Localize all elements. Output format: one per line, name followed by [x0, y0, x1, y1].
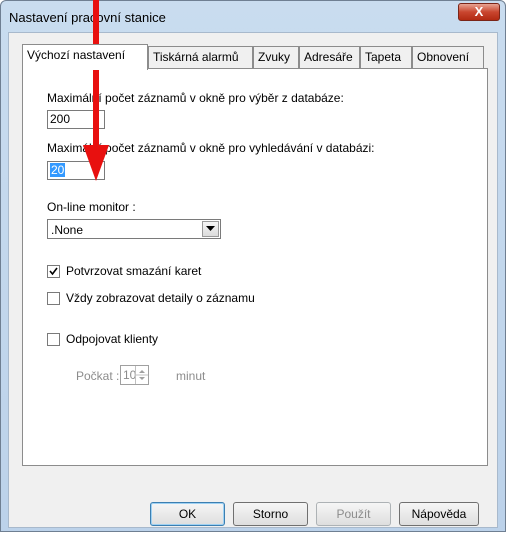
- tab-default-settings[interactable]: Výchozí nastavení: [22, 44, 148, 70]
- spinner-arrows-icon: [135, 366, 148, 384]
- dropdown-button[interactable]: [202, 221, 219, 237]
- tab-label: Výchozí nastavení: [27, 48, 126, 62]
- tab-directories[interactable]: Adresáře: [299, 46, 360, 68]
- apply-button[interactable]: Použít: [316, 502, 391, 526]
- wait-unit: minut: [176, 369, 206, 383]
- tab-sounds[interactable]: Zvuky: [253, 46, 299, 68]
- confirm-delete-label: Potvrzovat smazání karet: [66, 264, 202, 278]
- disconnect-clients-label: Odpojovat klienty: [66, 332, 159, 346]
- close-button[interactable]: X: [458, 3, 500, 21]
- dialog-window: Nastavení pracovní stanice X Výchozí nas…: [0, 0, 506, 532]
- cancel-button[interactable]: Storno: [233, 502, 308, 526]
- tab-label: Obnovení: [417, 50, 470, 64]
- close-icon: X: [474, 4, 484, 19]
- monitor-label: On-line monitor :: [47, 200, 136, 214]
- tab-restore[interactable]: Obnovení: [412, 46, 484, 68]
- max-select-input[interactable]: 200: [47, 110, 105, 129]
- wait-label: Počkat :: [76, 369, 120, 383]
- tab-label: Tiskárná alarmů: [153, 50, 239, 64]
- tab-label: Adresáře: [304, 50, 353, 64]
- selected-text: 20: [50, 163, 66, 177]
- max-search-label: Maximální počet záznamů v okně pro vyhle…: [47, 141, 375, 155]
- ok-button[interactable]: OK: [150, 502, 225, 526]
- show-details-label: Vždy zobrazovat detaily o záznamu: [66, 291, 255, 305]
- show-details-checkbox[interactable]: [47, 292, 60, 305]
- help-button[interactable]: Nápověda: [399, 502, 479, 526]
- dialog-client-area: Výchozí nastavení Tiskárná alarmů Zvuky …: [8, 32, 498, 528]
- tab-wallpaper[interactable]: Tapeta: [360, 46, 412, 68]
- disconnect-clients-checkbox[interactable]: [47, 333, 60, 346]
- tab-alarm-printer[interactable]: Tiskárná alarmů: [148, 46, 253, 68]
- chevron-down-icon: [206, 226, 215, 231]
- max-search-input[interactable]: 20: [47, 161, 105, 180]
- tab-panel-default-settings: Maximální počet záznamů v okně pro výběr…: [22, 68, 488, 466]
- monitor-select[interactable]: .None: [47, 219, 221, 239]
- check-icon: [49, 267, 58, 276]
- max-select-label: Maximální počet záznamů v okně pro výběr…: [47, 91, 344, 105]
- wait-spinner: 10: [120, 365, 149, 385]
- tab-label: Zvuky: [258, 50, 291, 64]
- confirm-delete-checkbox[interactable]: [47, 265, 60, 278]
- window-title: Nastavení pracovní stanice: [9, 10, 166, 25]
- tab-label: Tapeta: [365, 50, 402, 64]
- title-bar[interactable]: Nastavení pracovní stanice X: [1, 1, 505, 31]
- monitor-selected-value: .None: [51, 223, 84, 237]
